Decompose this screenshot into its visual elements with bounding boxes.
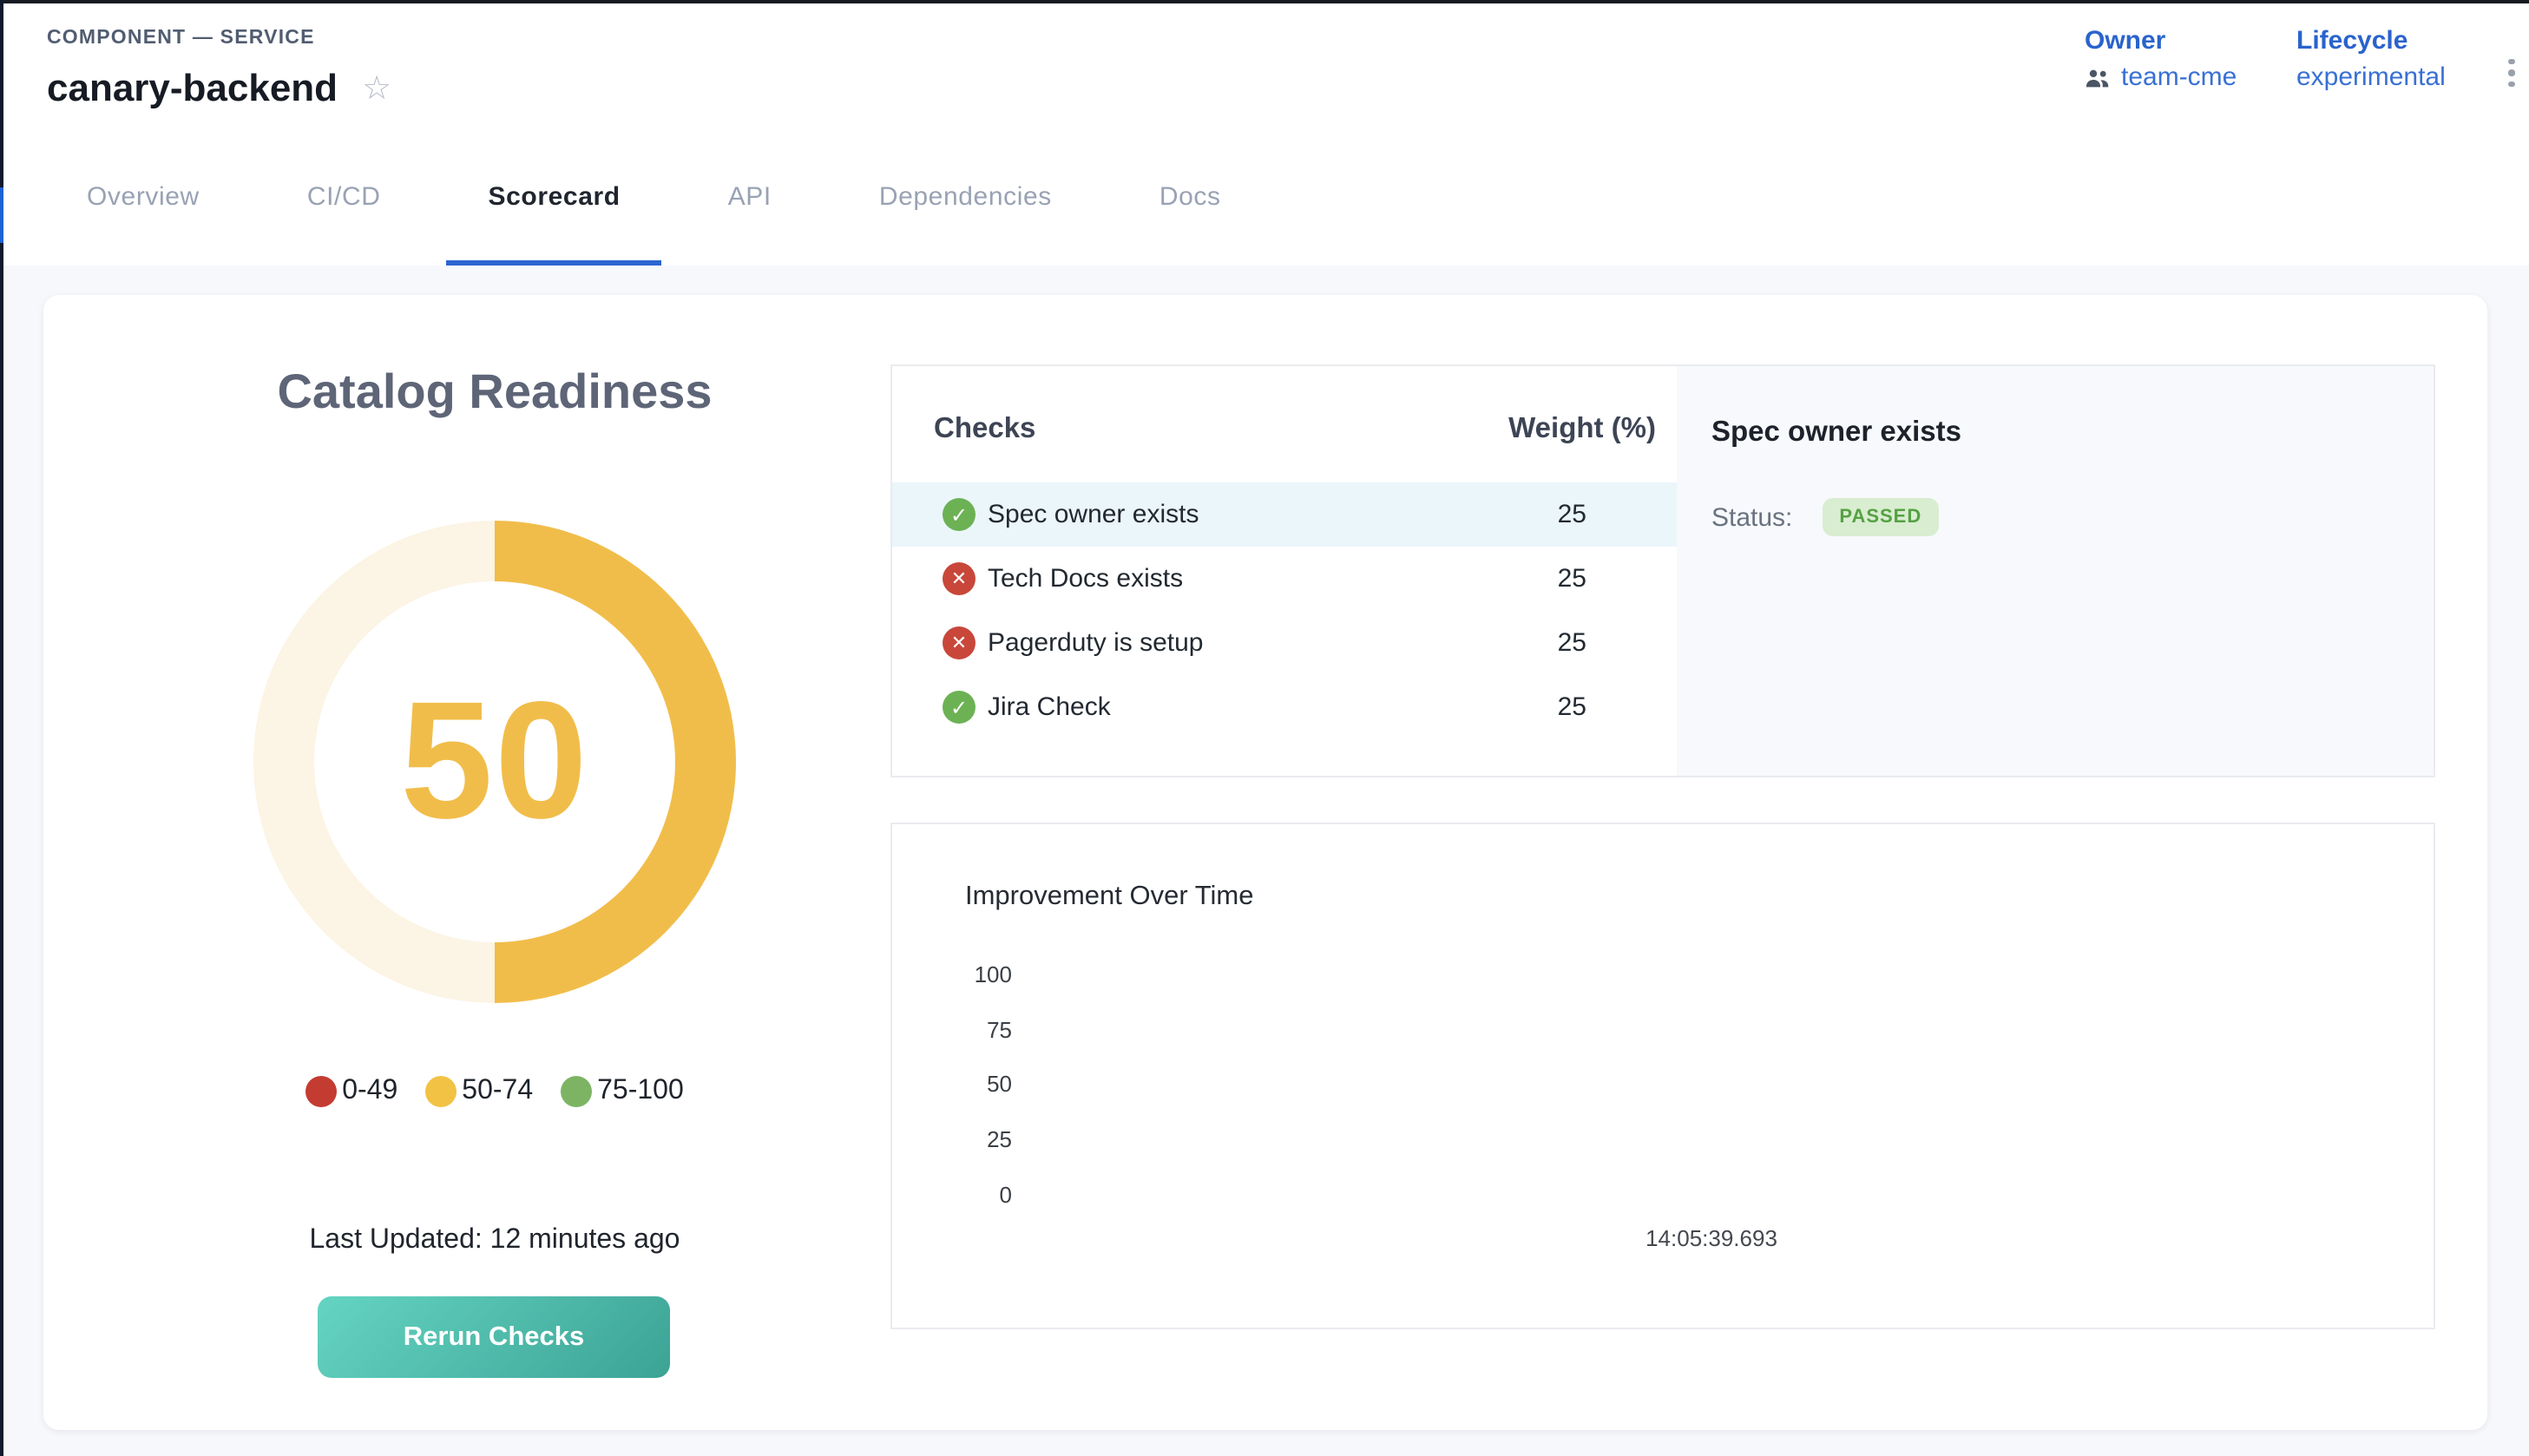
score-legend: 0-49 50-74 75-100 [43, 1076, 946, 1107]
owner-meta: Owner team-cme [2085, 26, 2237, 92]
check-detail-title: Spec owner exists [1711, 416, 1961, 449]
entity-kind-breadcrumb: COMPONENT — SERVICE [47, 28, 315, 49]
entity-header: COMPONENT — SERVICE canary-backend ☆ Own… [3, 3, 2529, 128]
check-row-spec-owner[interactable]: Spec owner exists 25 [892, 482, 1677, 547]
lifecycle-value: experimental [2296, 62, 2446, 92]
check-failed-icon [943, 626, 975, 659]
tab-docs[interactable]: Docs [1118, 127, 1263, 266]
app-window: COMPONENT — SERVICE canary-backend ☆ Own… [0, 0, 2529, 1456]
tab-dependencies[interactable]: Dependencies [838, 127, 1094, 266]
lifecycle-meta: Lifecycle experimental [2296, 26, 2446, 92]
sidebar-edge [0, 0, 3, 1456]
y-axis-tick: 0 [936, 1182, 1012, 1208]
check-row-tech-docs[interactable]: Tech Docs exists 25 [892, 547, 1677, 611]
last-updated-text: Last Updated: 12 minutes ago [148, 1225, 842, 1256]
check-failed-icon [943, 562, 975, 595]
check-row-jira[interactable]: Jira Check 25 [892, 675, 1677, 739]
lifecycle-label: Lifecycle [2296, 26, 2446, 56]
score-donut-chart: 50 [253, 521, 736, 1003]
tab-scorecard[interactable]: Scorecard [447, 127, 662, 266]
rerun-checks-button[interactable]: Rerun Checks [318, 1296, 670, 1378]
x-axis-tick: 14:05:39.693 [1538, 1225, 1885, 1251]
people-icon [2085, 67, 2111, 88]
legend-item-high: 75-100 [561, 1076, 684, 1107]
y-axis-tick: 100 [936, 961, 1012, 987]
sidebar-active-indicator [0, 187, 3, 243]
legend-red-dot [305, 1076, 337, 1107]
score-value: 50 [400, 666, 589, 857]
tab-content: Catalog Readiness 50 0-49 50-74 75-100 [3, 266, 2529, 1456]
tab-cicd[interactable]: CI/CD [266, 127, 423, 266]
status-label: Status: [1711, 502, 1792, 532]
scorecard-title: Catalog Readiness [148, 364, 842, 420]
owner-label: Owner [2085, 26, 2237, 56]
legend-item-low: 0-49 [305, 1076, 397, 1107]
owner-link[interactable]: team-cme [2121, 62, 2237, 92]
page-title: canary-backend [47, 66, 338, 111]
scorecard-card: Catalog Readiness 50 0-49 50-74 75-100 [43, 295, 2487, 1430]
checks-column-header: Checks [934, 413, 1035, 446]
more-options-icon[interactable] [2499, 52, 2524, 94]
improvement-chart-panel: Improvement Over Time 100 75 50 25 0 14:… [890, 823, 2435, 1329]
favorite-star-icon[interactable]: ☆ [362, 72, 391, 105]
check-detail-panel: Spec owner exists Status: PASSED [1677, 366, 2434, 776]
y-axis-tick: 50 [936, 1071, 1012, 1097]
tab-api[interactable]: API [686, 127, 813, 266]
entity-tabs: Overview CI/CD Scorecard API Dependencie… [3, 127, 2529, 266]
improvement-chart-title: Improvement Over Time [965, 882, 1254, 913]
legend-item-mid: 50-74 [425, 1076, 533, 1107]
window-top-edge [0, 0, 2529, 3]
y-axis-tick: 75 [936, 1017, 1012, 1043]
checks-panel: Spec owner exists Status: PASSED Checks … [890, 364, 2435, 777]
check-row-pagerduty[interactable]: Pagerduty is setup 25 [892, 611, 1677, 675]
weight-column-header: Weight (%) [1413, 413, 1656, 446]
legend-green-dot [561, 1076, 592, 1107]
tab-overview[interactable]: Overview [45, 127, 241, 266]
y-axis-tick: 25 [936, 1126, 1012, 1152]
check-passed-icon [943, 498, 975, 531]
legend-amber-dot [425, 1076, 457, 1107]
status-badge: PASSED [1822, 498, 1939, 536]
check-passed-icon [943, 691, 975, 724]
